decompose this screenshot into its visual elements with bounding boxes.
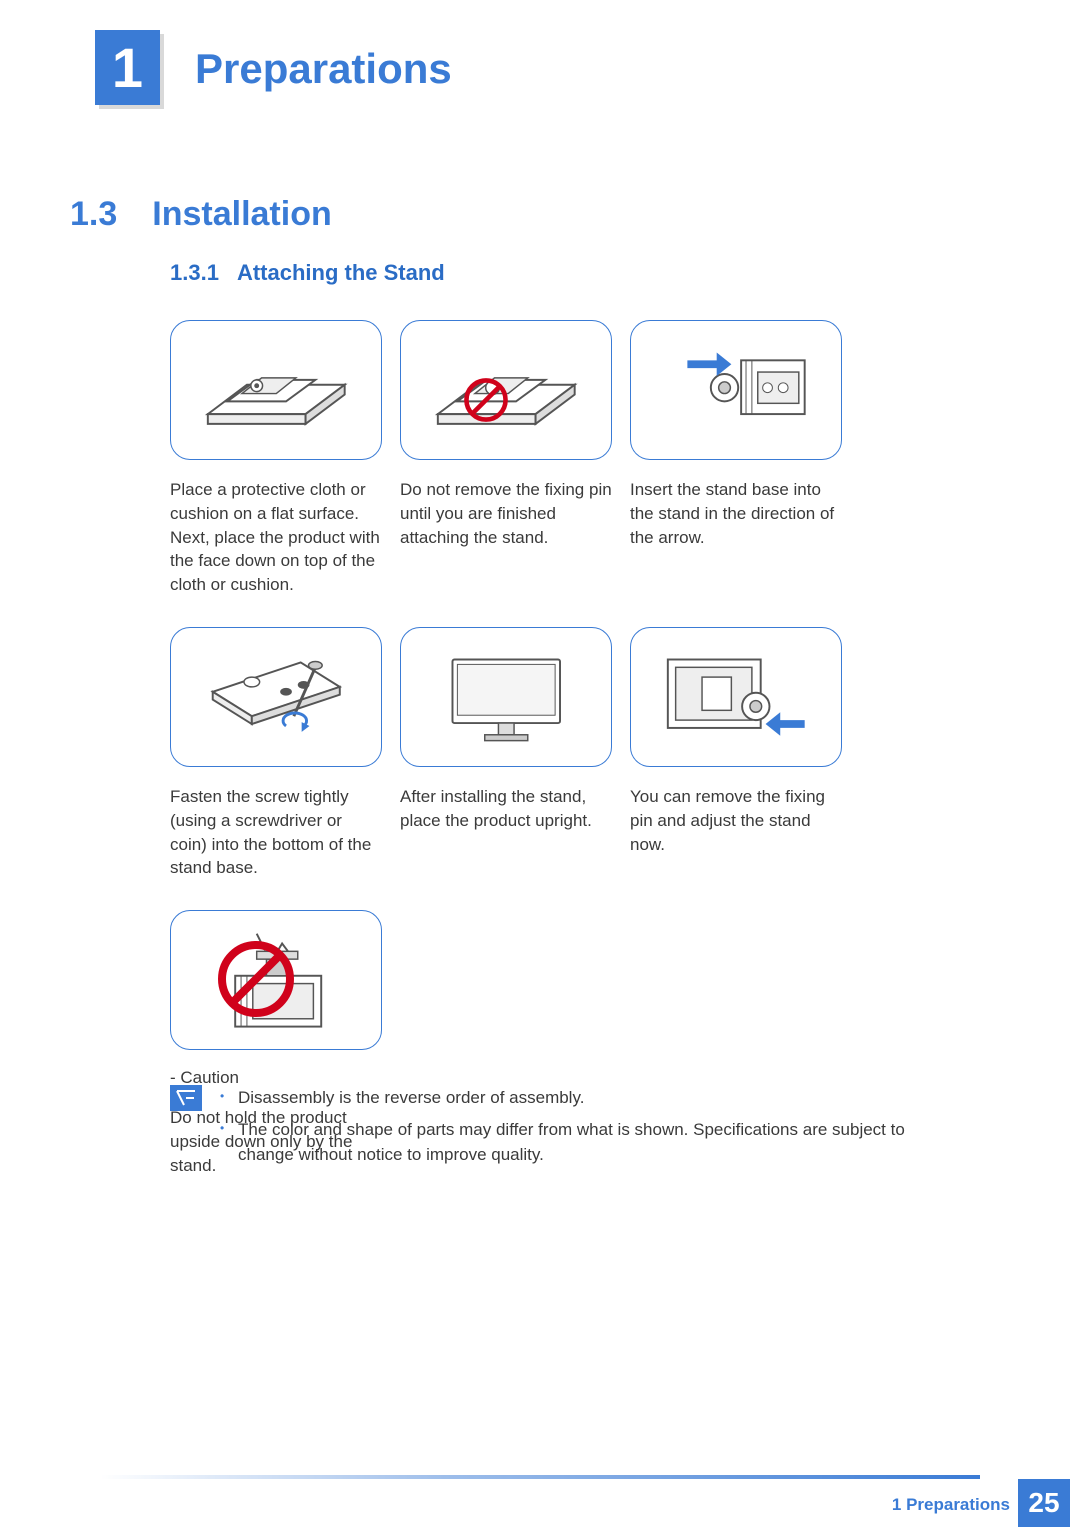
note-item: Disassembly is the reverse order of asse… — [220, 1085, 960, 1111]
insert-stand-base-icon — [647, 331, 826, 448]
step-2: Do not remove the fixing pin until you a… — [400, 320, 612, 597]
notes-list: Disassembly is the reverse order of asse… — [220, 1085, 960, 1174]
subsection-title: Attaching the Stand — [237, 260, 445, 286]
notes-block: Disassembly is the reverse order of asse… — [170, 1085, 960, 1174]
step-5-text: After installing the stand, place the pr… — [400, 785, 612, 833]
prohibit-icon — [216, 939, 296, 1019]
step-6-figure — [630, 627, 842, 767]
step-1-figure — [170, 320, 382, 460]
prohibit-icon — [463, 377, 509, 423]
step-5-figure — [400, 627, 612, 767]
step-3-text: Insert the stand base into the stand in … — [630, 478, 842, 549]
steps-grid: Place a protective cloth or cushion on a… — [170, 320, 842, 1178]
footer-section-label: 1 Preparations — [892, 1495, 1010, 1515]
step-3-figure — [630, 320, 842, 460]
step-6: You can remove the fixing pin and adjust… — [630, 627, 842, 880]
step-6-text: You can remove the fixing pin and adjust… — [630, 785, 842, 856]
step-3: Insert the stand base into the stand in … — [630, 320, 842, 597]
footer-divider — [100, 1475, 980, 1479]
step-5: After installing the stand, place the pr… — [400, 627, 612, 880]
step-7-figure — [170, 910, 382, 1050]
monitor-face-down-icon — [187, 331, 366, 448]
fasten-screw-icon — [187, 638, 366, 755]
note-icon — [170, 1085, 202, 1111]
step-4: Fasten the screw tightly (using a screwd… — [170, 627, 382, 880]
chapter-number-badge: 1 — [95, 30, 160, 105]
subsection-heading: 1.3.1 Attaching the Stand — [170, 260, 445, 286]
step-4-text: Fasten the screw tightly (using a screwd… — [170, 785, 382, 880]
step-4-figure — [170, 627, 382, 767]
step-2-figure — [400, 320, 612, 460]
step-2-text: Do not remove the fixing pin until you a… — [400, 478, 612, 549]
step-1: Place a protective cloth or cushion on a… — [170, 320, 382, 597]
remove-pin-icon — [647, 638, 826, 755]
section-title: Installation — [152, 195, 331, 234]
section-heading: 1.3 Installation — [70, 195, 332, 234]
section-number: 1.3 — [70, 195, 117, 234]
chapter-title: Preparations — [195, 45, 452, 93]
page-footer: 1 Preparations 25 — [0, 1479, 1080, 1527]
step-1-text: Place a protective cloth or cushion on a… — [170, 478, 382, 597]
footer-page-number: 25 — [1018, 1479, 1070, 1527]
monitor-upright-icon — [417, 638, 596, 755]
note-item: The color and shape of parts may differ … — [220, 1117, 960, 1168]
subsection-number: 1.3.1 — [170, 260, 219, 286]
